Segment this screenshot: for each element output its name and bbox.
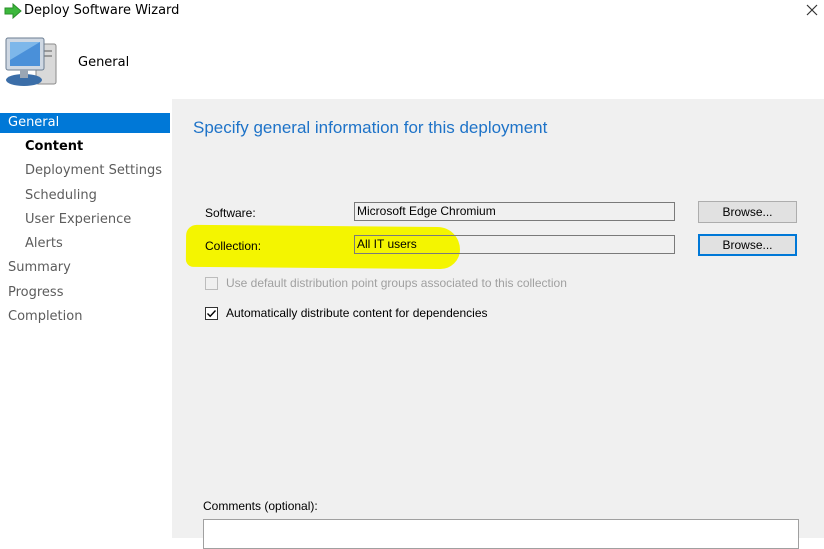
main-panel: Specify general information for this dep… (172, 99, 824, 549)
software-browse-button[interactable]: Browse... (698, 201, 797, 223)
page-heading: Specify general information for this dep… (193, 118, 548, 137)
use-default-dp-checkbox[interactable] (205, 277, 218, 290)
title-bar: Deploy Software Wizard (0, 0, 824, 24)
comments-textarea[interactable] (203, 519, 799, 549)
software-field[interactable]: Microsoft Edge Chromium (354, 202, 675, 221)
sidebar-item-progress[interactable]: Progress (0, 283, 63, 303)
collection-label: Collection: (205, 239, 262, 253)
wizard-header: General (0, 24, 824, 99)
collection-field[interactable]: All IT users (354, 235, 675, 254)
use-default-dp-label: Use default distribution point groups as… (226, 276, 567, 290)
header-title: General (78, 55, 130, 70)
close-icon[interactable] (800, 0, 824, 22)
sidebar-item-alerts[interactable]: Alerts (0, 234, 63, 254)
sidebar-item-deployment-settings[interactable]: Deployment Settings (0, 161, 162, 181)
wizard-steps-sidebar: General Content Deployment Settings Sche… (0, 99, 172, 538)
auto-distribute-checkbox[interactable] (205, 307, 218, 320)
sidebar-item-general[interactable]: General (0, 113, 170, 133)
checkmark-icon (207, 310, 217, 318)
deploy-arrow-icon (4, 2, 22, 22)
sidebar-item-completion[interactable]: Completion (0, 307, 82, 327)
auto-distribute-label: Automatically distribute content for dep… (226, 306, 488, 320)
sidebar-item-summary[interactable]: Summary (0, 258, 71, 278)
sidebar-item-user-experience[interactable]: User Experience (0, 210, 131, 230)
sidebar-item-content[interactable]: Content (0, 137, 83, 157)
comments-label: Comments (optional): (203, 499, 318, 513)
computer-icon (2, 34, 62, 95)
software-label: Software: (205, 206, 256, 220)
sidebar-item-scheduling[interactable]: Scheduling (0, 186, 97, 206)
collection-browse-button[interactable]: Browse... (698, 234, 797, 256)
window-title: Deploy Software Wizard (24, 3, 180, 18)
